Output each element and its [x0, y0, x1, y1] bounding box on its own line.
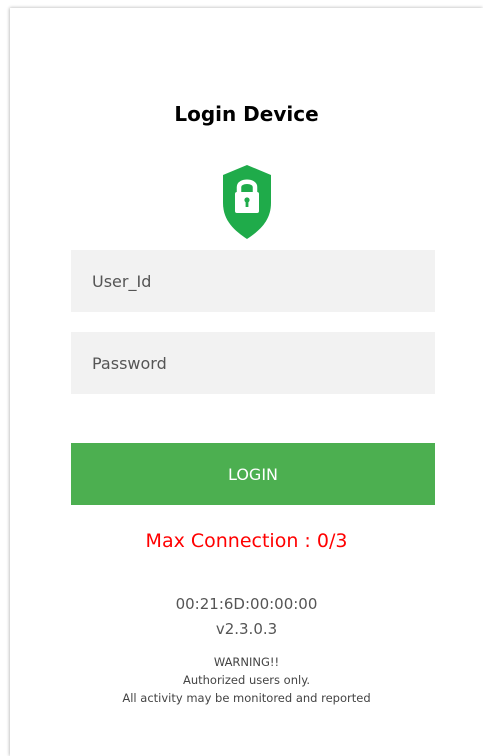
- password-input[interactable]: [71, 332, 435, 394]
- mac-address: 00:21:6D:00:00:00: [175, 595, 318, 613]
- version-text: v2.3.0.3: [215, 620, 278, 638]
- page-title: Login Device: [174, 102, 319, 126]
- warning-line: Authorized users only.: [182, 673, 311, 687]
- login-card: Login Device LOGIN Max Connection : 0/3 …: [10, 8, 483, 756]
- warning-line: All activity may be monitored and report…: [122, 691, 371, 705]
- user-id-input[interactable]: [71, 250, 435, 312]
- shield-lock-icon: [223, 165, 271, 239]
- warning-heading: WARNING!!: [213, 655, 280, 669]
- max-connection-text: Max Connection : 0/3: [145, 530, 348, 552]
- login-button[interactable]: LOGIN: [71, 443, 435, 505]
